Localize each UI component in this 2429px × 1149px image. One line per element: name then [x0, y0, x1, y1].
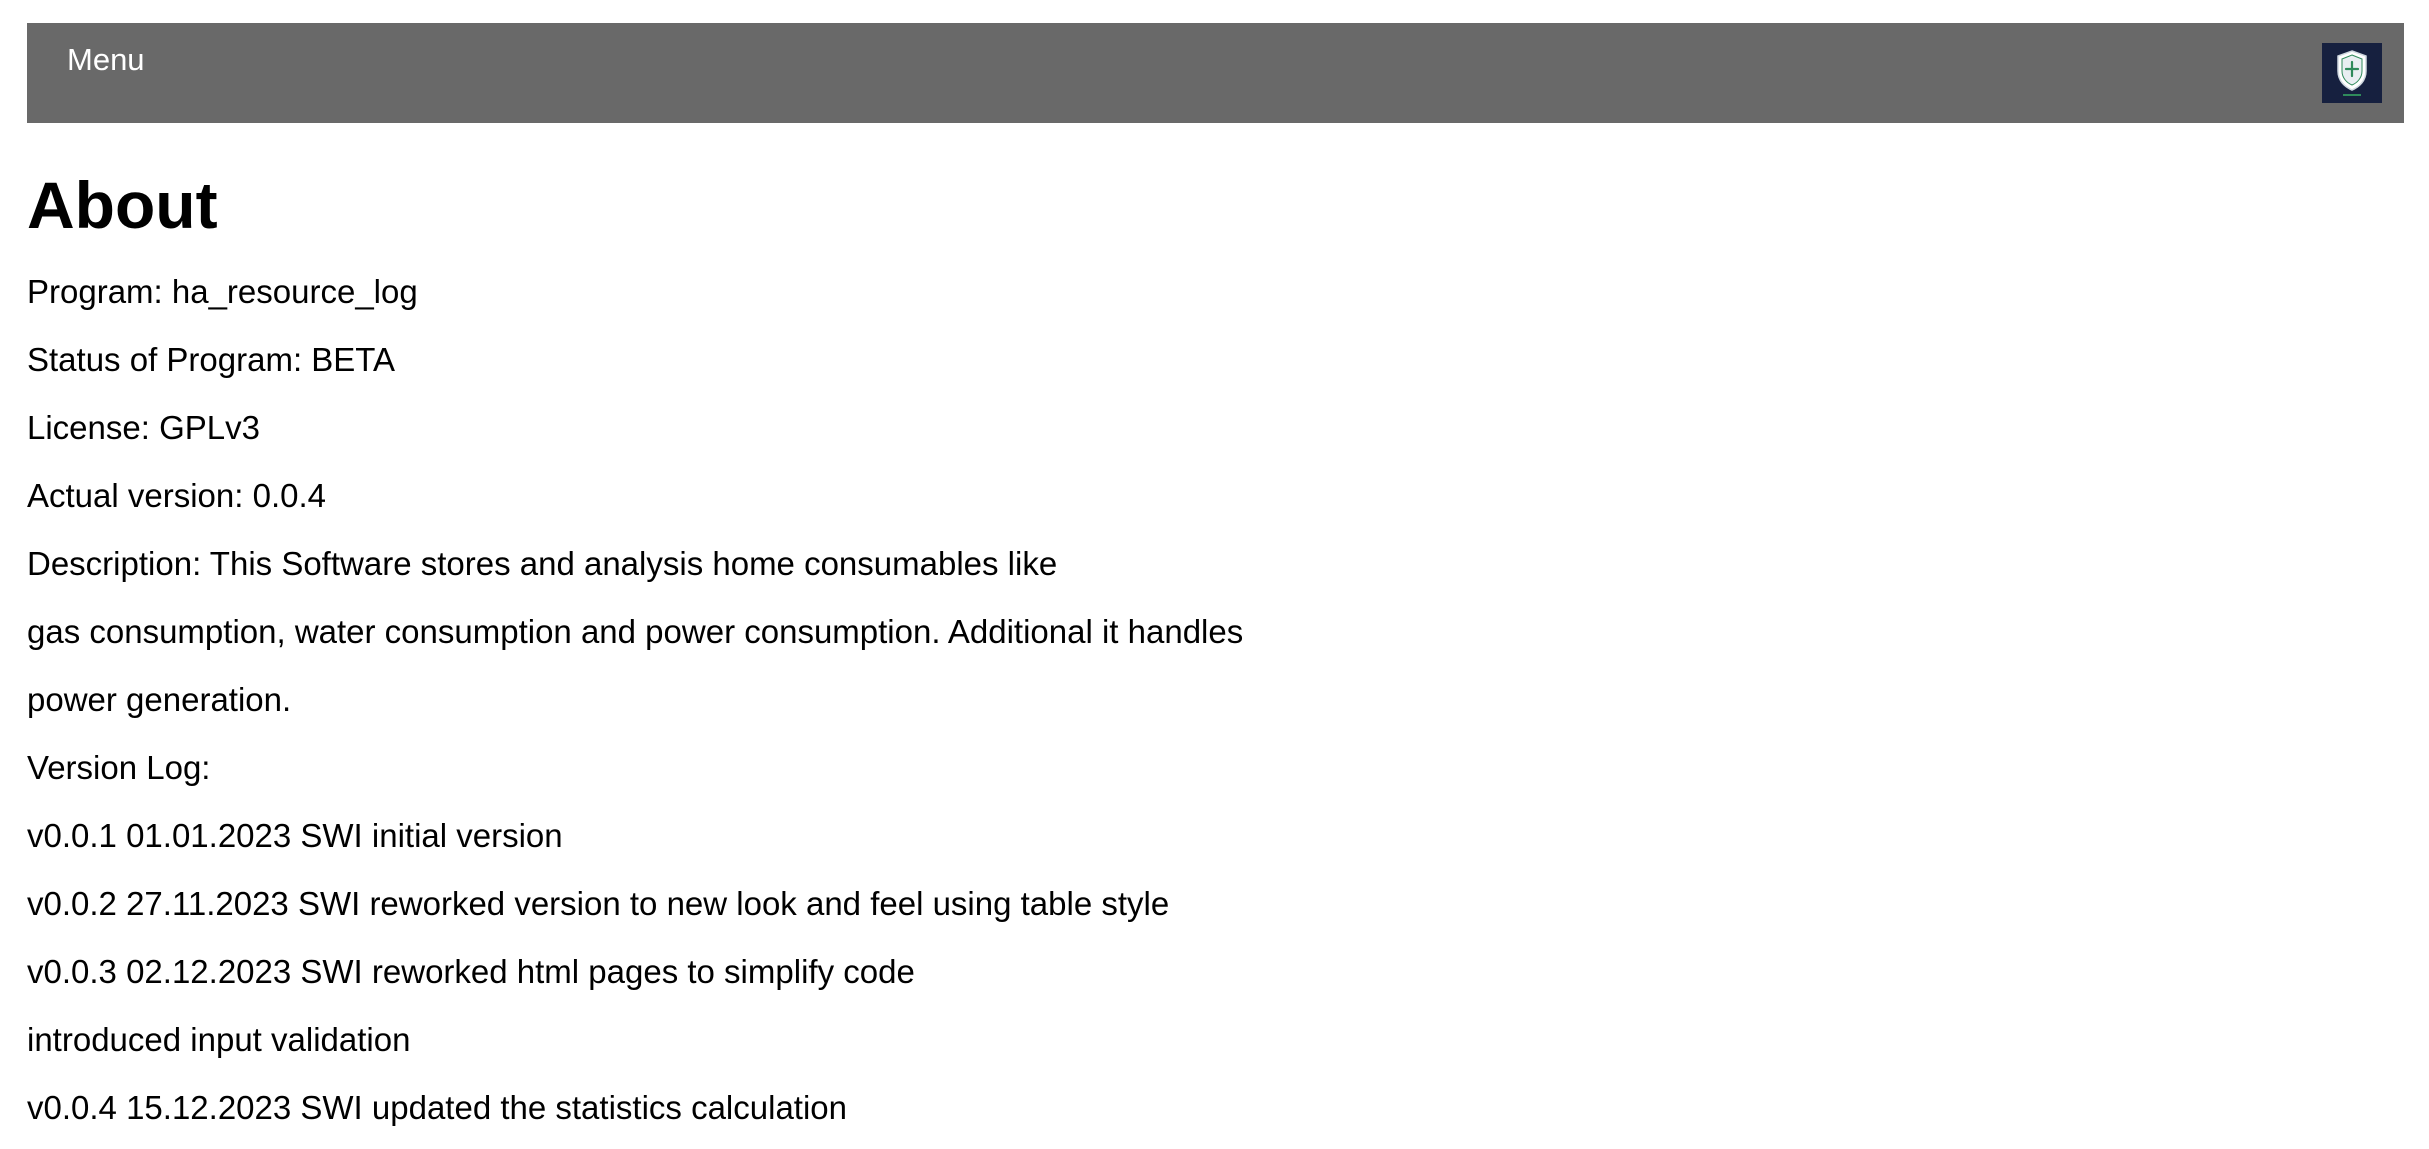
- menu-button[interactable]: Menu: [67, 41, 145, 78]
- program-status-line: Status of Program: BETA: [27, 341, 396, 378]
- version-log-entry-continuation: introduced input validation: [27, 1021, 411, 1058]
- about-info-list: Program: ha_resource_log Status of Progr…: [27, 258, 2377, 1142]
- shield-logo-icon: [2322, 43, 2382, 103]
- version-log-entry: v0.0.4 15.12.2023 SWI updated the statis…: [27, 1089, 848, 1126]
- version-log-entry: v0.0.1 01.01.2023 SWI initial version: [27, 817, 563, 854]
- description-line-3: power generation.: [27, 681, 292, 718]
- description-line-2: gas consumption, water consumption and p…: [27, 613, 1244, 650]
- license-line: License: GPLv3: [27, 409, 260, 446]
- about-page: Menu About Program: ha_resource_log Stat…: [0, 0, 2429, 1149]
- description-line-1: Description: This Software stores and an…: [27, 545, 1058, 582]
- page-title: About: [27, 168, 218, 242]
- main-content: About Program: ha_resource_log Status of…: [27, 160, 2377, 1142]
- version-log-heading: Version Log:: [27, 749, 211, 786]
- program-name-line: Program: ha_resource_log: [27, 273, 418, 310]
- version-log-entry: v0.0.2 27.11.2023 SWI reworked version t…: [27, 885, 1170, 922]
- top-navigation-bar: Menu: [27, 23, 2404, 123]
- version-log-entry: v0.0.3 02.12.2023 SWI reworked html page…: [27, 953, 915, 990]
- version-line: Actual version: 0.0.4: [27, 477, 326, 514]
